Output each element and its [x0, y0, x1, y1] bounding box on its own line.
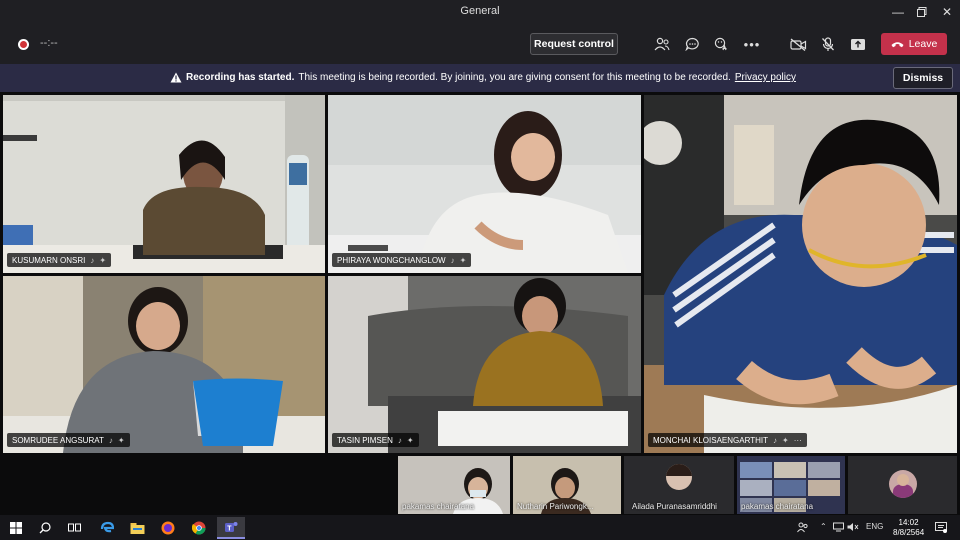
participant-video: [3, 276, 325, 453]
video-tile[interactable]: SOMRUDEE ANGSURAT ♪ ✦: [3, 276, 325, 453]
teams-icon[interactable]: T: [217, 517, 245, 539]
recording-notice: Recording has started. This meeting is b…: [170, 72, 796, 83]
participant-name-tag: MONCHAI KLOISAENGARTHIT ♪ ✦ ⋯: [648, 433, 807, 447]
mic-muted-icon: ♪: [90, 255, 95, 265]
more-icon[interactable]: •••: [742, 34, 762, 54]
window-title: General: [460, 5, 500, 17]
video-tile[interactable]: TASIN PIMSEN ♪ ✦: [328, 276, 641, 453]
warning-icon: [170, 72, 182, 83]
mic-muted-icon: ♪: [772, 435, 777, 445]
file-explorer-icon[interactable]: [127, 518, 147, 537]
phone-hangup-icon: [891, 41, 904, 47]
mini-video-tile[interactable]: pakamas chairatana: [737, 456, 845, 514]
network-icon[interactable]: [833, 522, 844, 534]
request-control-button[interactable]: Request control: [530, 33, 618, 55]
meeting-timer: --:--: [40, 37, 58, 49]
pin-icon: ✦: [781, 435, 789, 445]
edge-icon[interactable]: [97, 518, 117, 537]
participant-name: PHIRAYA WONGCHANGLOW: [337, 255, 446, 265]
clock-date: 8/8/2564: [893, 528, 925, 537]
participant-name: KUSUMARN ONSRI: [12, 255, 86, 265]
participant-video: [328, 95, 641, 273]
video-tile[interactable]: KUSUMARN ONSRI ♪ ✦: [3, 95, 325, 273]
participants-icon[interactable]: [652, 34, 672, 54]
mini-video-tile[interactable]: pakamas chairatana: [398, 456, 510, 514]
participant-name: TASIN PIMSEN: [337, 435, 393, 445]
mini-participant-name: pakamas chairatana: [741, 502, 814, 511]
chrome-icon[interactable]: [189, 518, 209, 537]
recording-started-label: Recording has started.: [186, 72, 295, 83]
clock-time: 14:02: [898, 518, 919, 527]
taskbar: T ⌃ ENG 14:02 8/8/2564: [0, 515, 960, 540]
participant-name-tag: SOMRUDEE ANGSURAT ♪ ✦: [7, 433, 130, 447]
avatar: [666, 464, 692, 490]
participant-name-tag: KUSUMARN ONSRI ♪ ✦: [7, 253, 112, 267]
close-icon[interactable]: ✕: [934, 0, 960, 24]
participant-name: SOMRUDEE ANGSURAT: [12, 435, 104, 445]
input-language[interactable]: ENG: [866, 522, 883, 531]
people-icon[interactable]: [797, 522, 808, 535]
mini-video-tile[interactable]: Ailada Puranasamriddhi: [624, 456, 734, 514]
show-hidden-icons-icon[interactable]: ⌃: [820, 522, 827, 531]
mic-muted-icon: ♪: [108, 435, 113, 445]
privacy-policy-link[interactable]: Privacy policy: [735, 72, 796, 83]
video-tile[interactable]: PHIRAYA WONGCHANGLOW ♪ ✦: [328, 95, 641, 273]
dismiss-button[interactable]: Dismiss: [893, 67, 953, 89]
chat-icon[interactable]: [682, 34, 702, 54]
reactions-icon[interactable]: [712, 34, 732, 54]
mic-muted-icon: ♪: [397, 435, 402, 445]
mini-video-tile[interactable]: Nutharin Pariwongk...: [513, 456, 621, 514]
title-bar: General — ✕: [0, 0, 960, 24]
more-options-icon[interactable]: ⋯: [794, 436, 802, 445]
meeting-toolbar: --:-- Request control ••• Leave: [0, 24, 960, 64]
mini-participant-name: Nutharin Pariwongk...: [517, 502, 594, 511]
mic-off-icon[interactable]: [818, 34, 838, 54]
pin-icon: ✦: [459, 255, 467, 265]
windows-start-icon[interactable]: [6, 518, 26, 537]
pin-icon: ✦: [406, 435, 414, 445]
participant-name: MONCHAI KLOISAENGARTHIT: [653, 435, 768, 445]
pin-icon: ✦: [99, 255, 107, 265]
leave-button[interactable]: Leave: [881, 33, 947, 55]
video-tile[interactable]: MONCHAI KLOISAENGARTHIT ♪ ✦ ⋯: [644, 95, 957, 453]
recording-consent-text: This meeting is being recorded. By joini…: [298, 72, 731, 83]
search-icon[interactable]: [35, 518, 55, 537]
camera-off-icon[interactable]: [788, 34, 808, 54]
leave-label: Leave: [908, 38, 938, 50]
firefox-icon[interactable]: [158, 518, 178, 537]
notifications-icon[interactable]: [935, 522, 947, 535]
minimize-icon[interactable]: —: [885, 0, 911, 24]
share-tray-icon[interactable]: [848, 34, 868, 54]
participant-name-tag: PHIRAYA WONGCHANGLOW ♪ ✦: [332, 253, 472, 267]
participant-video: [644, 95, 957, 453]
system-clock[interactable]: 14:02 8/8/2564: [893, 518, 924, 538]
volume-muted-icon[interactable]: [847, 522, 859, 534]
recording-icon: [18, 39, 29, 50]
mini-video-tile[interactable]: [848, 456, 957, 514]
mini-participant-name: Ailada Puranasamriddhi: [632, 502, 717, 511]
mic-muted-icon: ♪: [450, 255, 455, 265]
pin-icon: ✦: [117, 435, 125, 445]
participant-video: [3, 95, 325, 273]
task-view-icon[interactable]: [64, 518, 84, 537]
recording-banner: Recording has started. This meeting is b…: [0, 64, 960, 92]
participant-video: [328, 276, 641, 453]
svg-text:T: T: [227, 525, 232, 532]
maximize-icon[interactable]: [909, 0, 935, 24]
participant-name-tag: TASIN PIMSEN ♪ ✦: [332, 433, 419, 447]
avatar: [889, 470, 917, 498]
mini-participant-name: pakamas chairatana: [402, 502, 475, 511]
